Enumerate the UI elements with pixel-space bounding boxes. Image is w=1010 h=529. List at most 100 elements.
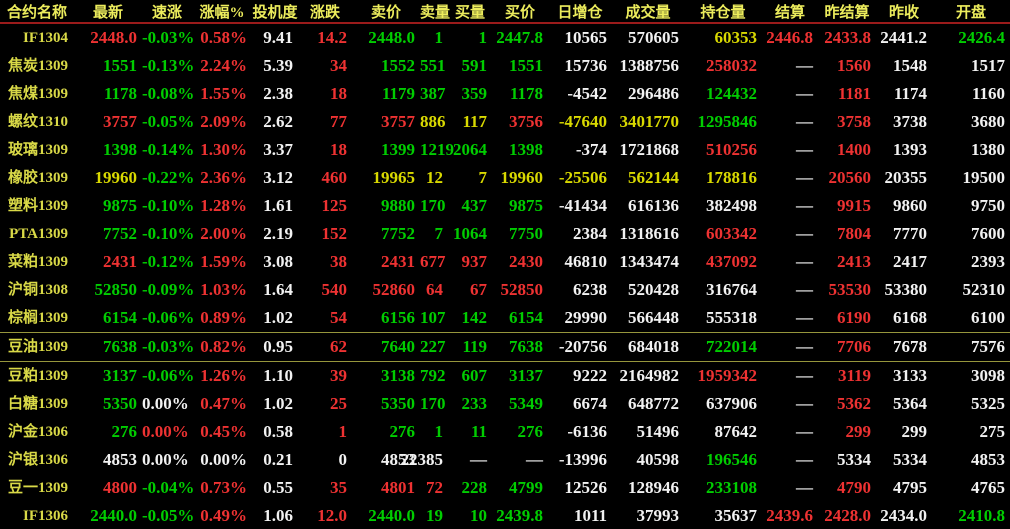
cell-ask-vol: 1 [434, 28, 444, 47]
cell-open: 1160 [971, 84, 1005, 103]
cell-open-interest: 555318 [706, 308, 757, 327]
column-header-day-position[interactable]: 日增仓 [548, 0, 612, 24]
column-header-last[interactable]: 最新 [74, 0, 142, 24]
column-header-volume[interactable]: 成交量 [612, 0, 684, 24]
cell-bid-vol: — [470, 450, 487, 469]
cell-name: 白糖1309 [7, 396, 68, 412]
cell-day-position: 9222 [573, 366, 607, 385]
cell-ask: 7640 [352, 332, 420, 362]
cell-bid: 6154 [509, 308, 543, 327]
cell-ask-vol: 22385 [400, 450, 444, 469]
column-header-ask-vol[interactable]: 卖量 [420, 0, 450, 24]
table-row-玻璃1309[interactable]: 玻璃1309 1398 -0.14% 1.30% 3.37 18 1399 1219 2064 1… [0, 136, 1010, 164]
cell-bid-vol: 437 [461, 196, 488, 215]
cell-speculation: 0.95 [252, 332, 298, 362]
cell-open: 6100 [971, 308, 1005, 327]
cell-change-pct: 2.36% [200, 168, 247, 187]
table-row-IF1304[interactable]: IF1304 2448.0 -0.03% 0.58% 9.41 14.2 2448.0 1 1 2… [0, 23, 1010, 52]
cell-bid: 52850 [500, 280, 544, 299]
cell-bid-vol: 10 [470, 506, 487, 525]
table-row-棕榈1309[interactable]: 棕榈1309 6154 -0.06% 0.89% 1.02 54 6156 107 142 615… [0, 304, 1010, 333]
table-row-菜粕1309[interactable]: 菜粕1309 2431 -0.12% 1.59% 3.08 38 2431 677 937 243… [0, 248, 1010, 276]
table-row-沪金1306[interactable]: 沪金1306 276 0.00% 0.45% 0.58 1 276 1 11 276 -6136 51… [0, 418, 1010, 446]
cell-quick-change: -0.06% [142, 308, 195, 327]
cell-volume: 296486 [628, 84, 679, 103]
cell-day-position: 10565 [564, 28, 608, 47]
table-row-豆油1309[interactable]: 豆油1309 7638 -0.03% 0.82% 0.95 62 7640 227 119 763… [0, 332, 1010, 362]
column-header-bid[interactable]: 买价 [492, 0, 548, 24]
table-row-IF1306[interactable]: IF1306 2440.0 -0.05% 0.49% 1.06 12.0 2440.0 19 1… [0, 502, 1010, 529]
cell-settle: — [796, 252, 813, 271]
cell-bid: 2447.8 [496, 28, 543, 47]
column-header-bid-vol[interactable]: 买量 [448, 0, 492, 24]
table-row-塑料1309[interactable]: 塑料1309 9875 -0.10% 1.28% 1.61 125 9880 170 437 98… [0, 192, 1010, 220]
cell-open: 4765 [971, 478, 1005, 497]
table-row-白糖1309[interactable]: 白糖1309 5350 0.00% 0.47% 1.02 25 5350 170 233 5349… [0, 390, 1010, 418]
column-header-open-interest[interactable]: 持仓量 [684, 0, 762, 24]
cell-open: 1517 [971, 56, 1005, 75]
cell-open: 4853 [971, 450, 1005, 469]
cell-ask-vol: 64 [426, 280, 443, 299]
table-row-沪铜1308[interactable]: 沪铜1308 52850 -0.09% 1.03% 1.64 540 52860 64 67 52… [0, 276, 1010, 304]
cell-open-interest: 196546 [706, 450, 757, 469]
cell-change: 25 [330, 394, 347, 413]
cell-open: 3098 [971, 366, 1005, 385]
column-header-settle[interactable]: 结算 [762, 0, 818, 24]
cell-volume: 1388756 [619, 56, 680, 75]
cell-name: 棕榈1309 [7, 310, 68, 326]
cell-change-pct: 0.49% [200, 506, 247, 525]
cell-bid: 1178 [509, 84, 543, 103]
cell-open-interest: 510256 [706, 140, 757, 159]
table-row-螺纹1310[interactable]: 螺纹1310 3757 -0.05% 2.09% 2.62 77 3757 886 117 375… [0, 108, 1010, 136]
cell-change: 460 [321, 168, 348, 187]
cell-day-position: -4542 [567, 84, 607, 103]
cell-change: 1 [338, 422, 348, 441]
cell-prev-close: 2434.0 [880, 506, 927, 525]
futures-quote-screen: 合约名称 最新 速涨 涨幅% 投机度 涨跌 卖价 卖量 买量 买价 日增仓 成交量 持仓量 结算 昨结算 昨收… [0, 0, 1010, 529]
cell-name: 豆粕1309 [7, 368, 68, 384]
cell-last: 19960 [94, 168, 138, 187]
cell-last: 2440.0 [90, 506, 137, 525]
cell-ask-vol: 792 [420, 366, 446, 385]
table-row-橡胶1309[interactable]: 橡胶1309 19960 -0.22% 2.36% 3.12 460 19965 12 7 199… [0, 164, 1010, 192]
cell-bid-vol: 359 [461, 84, 488, 103]
column-header-name[interactable]: 合约名称 [0, 0, 74, 24]
cell-day-position: -41434 [558, 196, 607, 215]
cell-change: 39 [330, 366, 347, 385]
table-row-豆粕1309[interactable]: 豆粕1309 3137 -0.06% 1.26% 1.10 39 3138 792 607 313… [0, 362, 1010, 391]
cell-change-pct: 1.55% [200, 84, 247, 103]
cell-day-position: 29990 [564, 308, 608, 327]
cell-ask: 4801 [381, 478, 415, 497]
cell-settle: — [796, 224, 813, 243]
cell-speculation: 2.38 [263, 84, 293, 103]
table-row-沪银1306[interactable]: 沪银1306 4853 0.00% 0.00% 0.21 0 4853 22385 — — -139… [0, 446, 1010, 474]
column-header-prev-close[interactable]: 昨收 [876, 0, 932, 24]
cell-last: 3757 [103, 112, 137, 131]
column-header-change-pct[interactable]: 涨幅% [192, 0, 252, 24]
cell-change: 12.0 [317, 506, 347, 525]
cell-prev-close: 53380 [884, 280, 928, 299]
cell-name: 沪金1306 [7, 424, 68, 440]
table-row-PTA1309[interactable]: PTA1309 7752 -0.10% 2.00% 2.19 152 7752 7 1064 77… [0, 220, 1010, 248]
cell-settle: — [796, 196, 813, 215]
cell-change-pct: 0.89% [200, 308, 247, 327]
cell-volume: 684018 [612, 332, 684, 362]
table-row-豆一1309[interactable]: 豆一1309 4800 -0.04% 0.73% 0.55 35 4801 72 228 4799… [0, 474, 1010, 502]
cell-change-pct: 0.45% [200, 422, 247, 441]
cell-bid: 2439.8 [496, 506, 543, 525]
column-header-speculation[interactable]: 投机度 [252, 0, 298, 24]
cell-settle: — [796, 140, 813, 159]
cell-quick-change: -0.10% [142, 196, 195, 215]
table-row-焦炭1309[interactable]: 焦炭1309 1551 -0.13% 2.24% 5.39 34 1552 551 591 155… [0, 52, 1010, 80]
cell-bid: 7750 [509, 224, 543, 243]
cell-quick-change: -0.08% [142, 84, 195, 103]
column-header-change[interactable]: 涨跌 [298, 0, 352, 24]
cell-open-interest: 124432 [706, 84, 757, 103]
column-header-open[interactable]: 开盘 [932, 0, 1010, 24]
column-header-ask[interactable]: 卖价 [352, 0, 420, 24]
cell-volume: 616136 [628, 196, 679, 215]
table-row-焦煤1309[interactable]: 焦煤1309 1178 -0.08% 1.55% 2.38 18 1179 387 359 117… [0, 80, 1010, 108]
column-header-quick-change[interactable]: 速涨 [142, 0, 192, 24]
cell-speculation: 0.21 [263, 450, 293, 469]
column-header-prev-settle[interactable]: 昨结算 [818, 0, 876, 24]
